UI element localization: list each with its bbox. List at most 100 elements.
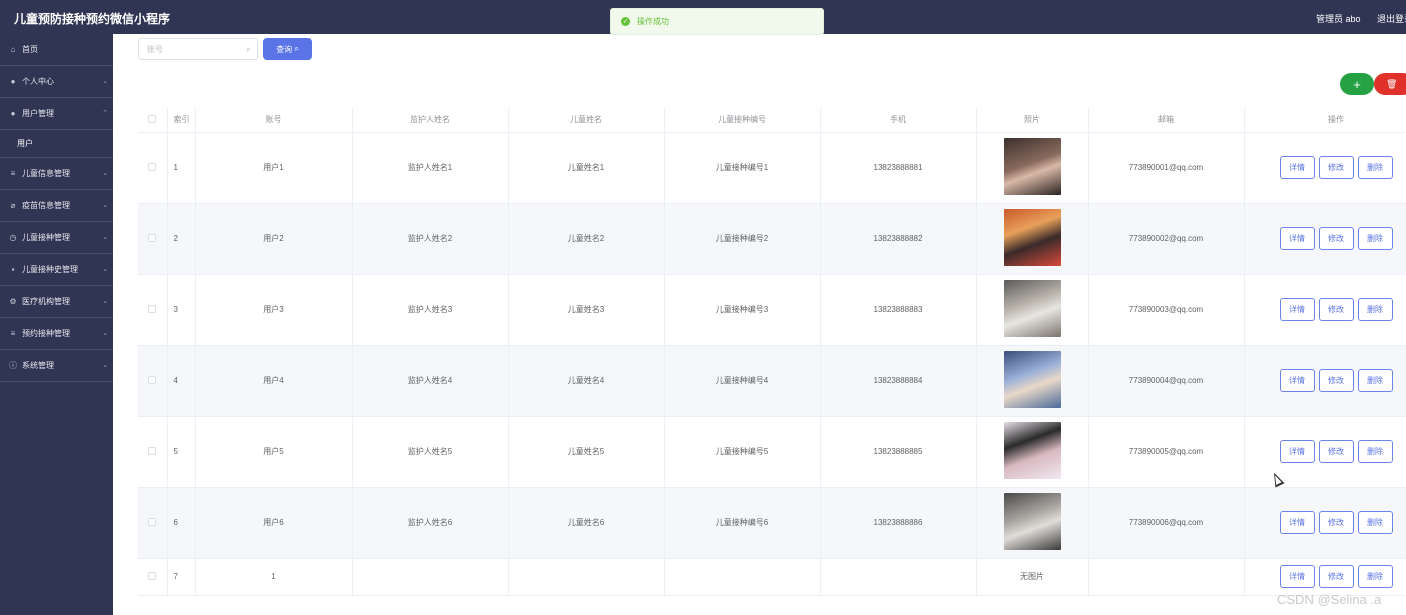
admin-label: 管理员 abo: [1316, 14, 1361, 24]
detail-button[interactable]: 详情: [1279, 227, 1315, 250]
table-row: 4 用户4 监护人姓名4 儿童姓名4 儿童接种编号4 13823888884 7738900…: [138, 345, 1406, 417]
row-checkbox[interactable]: [138, 487, 168, 559]
sidebar-item-label: 预约接种管理: [22, 329, 70, 338]
user-photo: [1003, 493, 1061, 550]
detail-button[interactable]: 详情: [1279, 156, 1315, 179]
child-name-cell: [508, 558, 665, 596]
sidebar-item-label: 个人中心: [22, 77, 54, 86]
vaccination-no-cell: 儿童接种编号6: [664, 487, 821, 559]
list-icon: ≡: [10, 329, 16, 338]
table-row: 1 用户1 监护人姓名1 儿童姓名1 儿童接种编号1 13823888881 7738900…: [138, 132, 1406, 204]
clock-icon: ◷: [9, 233, 17, 242]
delete-button[interactable]: 删除: [1357, 369, 1393, 392]
sidebar-item-users[interactable]: ● 用户管理 ⌃: [0, 98, 113, 130]
row-checkbox[interactable]: [138, 345, 168, 417]
column-header: 手机: [820, 108, 977, 133]
table-row: 3 用户3 监护人姓名3 儿童姓名3 儿童接种编号3 13823888883 7738900…: [138, 274, 1406, 346]
sidebar-subitem-user[interactable]: 用户: [0, 130, 113, 158]
sidebar-item-child-vaccination[interactable]: ◷ 儿童接种管理 ⌄: [0, 222, 113, 254]
row-checkbox[interactable]: [138, 132, 168, 204]
edit-button[interactable]: 修改: [1318, 369, 1354, 392]
table-row: 7 1 无图片 详情 修改 删除: [138, 558, 1406, 596]
detail-button[interactable]: 详情: [1279, 440, 1315, 463]
delete-button[interactable]: 删除: [1357, 156, 1393, 179]
search-input[interactable]: [139, 39, 257, 59]
phone-cell: 13823888881: [820, 132, 977, 204]
query-button[interactable]: 查询 ⌕: [263, 38, 312, 60]
guardian-cell: 监护人姓名5: [352, 416, 509, 488]
user-photo: [1003, 280, 1061, 337]
child-name-cell: 儿童姓名2: [508, 203, 665, 275]
chevron-up-icon: ⌃: [102, 110, 108, 117]
batch-delete-button[interactable]: 🗑: [1374, 73, 1406, 95]
check-icon: ✓: [621, 17, 630, 26]
actions-cell: 详情 修改 删除: [1244, 345, 1406, 417]
actions-cell: 详情 修改 删除: [1244, 274, 1406, 346]
actions-cell: 详情 修改 删除: [1244, 203, 1406, 275]
index-cell: 3: [167, 274, 196, 346]
delete-button[interactable]: 删除: [1357, 227, 1393, 250]
column-header: 操作: [1244, 108, 1406, 133]
sidebar-item-medical-institution[interactable]: ⚙ 医疗机构管理 ⌄: [0, 286, 113, 318]
column-header: 儿童接种编号: [664, 108, 821, 133]
sidebar-item-vaccination-history[interactable]: ▪ 儿童接种史管理 ⌄: [0, 254, 113, 286]
email-cell: 773890006@qq.com: [1088, 487, 1245, 559]
column-header: 邮箱: [1088, 108, 1245, 133]
delete-button[interactable]: 删除: [1357, 298, 1393, 321]
edit-button[interactable]: 修改: [1318, 440, 1354, 463]
delete-button[interactable]: 删除: [1357, 511, 1393, 534]
child-name-cell: 儿童姓名1: [508, 132, 665, 204]
vaccination-no-cell: 儿童接种编号4: [664, 345, 821, 417]
row-checkbox[interactable]: [138, 203, 168, 275]
add-button[interactable]: +: [1340, 73, 1374, 95]
detail-button[interactable]: 详情: [1279, 511, 1315, 534]
edit-button[interactable]: 修改: [1318, 511, 1354, 534]
sidebar-item-child-info[interactable]: ≡ 儿童信息管理 ⌄: [0, 158, 113, 190]
delete-button[interactable]: 删除: [1357, 565, 1393, 588]
sidebar-item-vaccine-info[interactable]: ⌀ 疫苗信息管理 ⌄: [0, 190, 113, 222]
edit-button[interactable]: 修改: [1318, 298, 1354, 321]
row-checkbox[interactable]: [138, 274, 168, 346]
user-photo: [1003, 351, 1061, 408]
edit-button[interactable]: 修改: [1318, 565, 1354, 588]
sidebar-item-system[interactable]: ⓘ 系统管理 ⌄: [0, 350, 113, 382]
chevron-down-icon: ⌄: [102, 202, 108, 209]
gear-icon: ⚙: [9, 297, 17, 306]
sidebar-item-home[interactable]: ⌂ 首页: [0, 34, 113, 66]
child-name-cell: 儿童姓名3: [508, 274, 665, 346]
sidebar-item-appointment[interactable]: ≡ 预约接种管理 ⌄: [0, 318, 113, 350]
user-icon: ●: [10, 109, 16, 118]
select-all-checkbox[interactable]: [138, 108, 168, 133]
photo-cell: [976, 416, 1089, 488]
guardian-cell: 监护人姓名6: [352, 487, 509, 559]
guardian-cell: 监护人姓名4: [352, 345, 509, 417]
detail-button[interactable]: 详情: [1279, 298, 1315, 321]
logout-link[interactable]: 退出登录: [1377, 12, 1406, 25]
phone-cell: 13823888885: [820, 416, 977, 488]
sidebar-item-profile[interactable]: ● 个人中心 ⌄: [0, 66, 113, 98]
photo-cell: [976, 274, 1089, 346]
row-checkbox[interactable]: [138, 558, 168, 596]
delete-button[interactable]: 删除: [1357, 440, 1393, 463]
detail-button[interactable]: 详情: [1279, 565, 1315, 588]
edit-button[interactable]: 修改: [1318, 227, 1354, 250]
vaccination-no-cell: 儿童接种编号2: [664, 203, 821, 275]
info-icon: ⓘ: [9, 361, 17, 370]
edit-button[interactable]: 修改: [1318, 156, 1354, 179]
column-header: 照片: [976, 108, 1089, 133]
row-checkbox[interactable]: [138, 416, 168, 488]
phone-cell: 13823888882: [820, 203, 977, 275]
index-cell: 1: [167, 132, 196, 204]
table-row: 5 用户5 监护人姓名5 儿童姓名5 儿童接种编号5 13823888885 7738900…: [138, 416, 1406, 488]
detail-button[interactable]: 详情: [1279, 369, 1315, 392]
index-cell: 4: [167, 345, 196, 417]
chevron-down-icon: ⌄: [102, 234, 108, 241]
phone-cell: 13823888884: [820, 345, 977, 417]
sidebar-item-label: 儿童信息管理: [22, 169, 70, 178]
account-cell: 用户6: [195, 487, 353, 559]
photo-cell: [976, 345, 1089, 417]
account-cell: 用户4: [195, 345, 353, 417]
index-cell: 6: [167, 487, 196, 559]
email-cell: 773890003@qq.com: [1088, 274, 1245, 346]
guardian-cell: 监护人姓名3: [352, 274, 509, 346]
